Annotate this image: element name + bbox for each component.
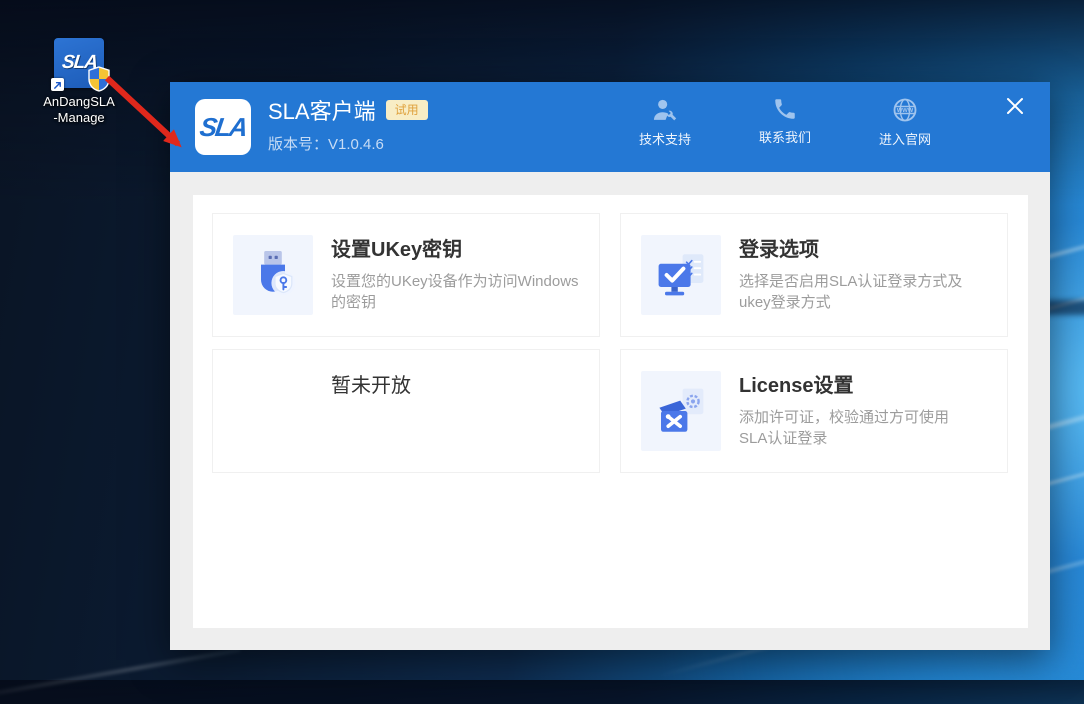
- card-title: 暂未开放: [331, 375, 411, 397]
- card-login-options[interactable]: 登录选项 选择是否启用SLA认证登录方式及 ukey登录方式: [620, 213, 1008, 337]
- shortcut-arrow-icon: [51, 78, 64, 91]
- content-panel: 设置UKey密钥 设置您的UKey设备作为访问Windows 的密钥 登录选项 …: [193, 195, 1028, 628]
- window-logo-text: SLA: [197, 111, 249, 142]
- contact-label: 联系我们: [758, 130, 811, 145]
- ukey-icon: [233, 235, 313, 315]
- uac-shield-icon: [88, 66, 110, 92]
- card-grid: 设置UKey密钥 设置您的UKey设备作为访问Windows 的密钥 登录选项 …: [193, 195, 1028, 473]
- version-label: 版本号：V1.0.4.6: [268, 136, 384, 153]
- title-block: SLA客户端 试用 版本号：V1.0.4.6: [268, 97, 428, 154]
- close-button[interactable]: [1004, 95, 1026, 117]
- close-icon: [1007, 98, 1023, 114]
- sla-client-window: SLA SLA客户端 试用 版本号：V1.0.4.6 技术支持 联系我们 www…: [170, 82, 1050, 650]
- globe-icon: www: [893, 98, 917, 122]
- support-label: 技术支持: [638, 132, 691, 147]
- license-icon: [641, 371, 721, 451]
- phone-icon: [775, 99, 795, 119]
- card-description: 添加许可证，校验通过方可使用 SLA认证登录: [739, 409, 950, 447]
- card-description: 设置您的UKey设备作为访问Windows 的密钥: [331, 273, 579, 311]
- desktop-icon-label: AnDangSLA -Manage: [43, 94, 115, 125]
- card-set-ukey[interactable]: 设置UKey密钥 设置您的UKey设备作为访问Windows 的密钥: [212, 213, 600, 337]
- support-button[interactable]: 技术支持: [620, 96, 710, 148]
- wallpaper-beam: [0, 648, 241, 704]
- card-not-open: 暂未开放: [212, 349, 600, 473]
- svg-text:www: www: [896, 107, 914, 114]
- support-icon: [653, 99, 677, 121]
- window-body: 设置UKey密钥 设置您的UKey设备作为访问Windows 的密钥 登录选项 …: [170, 172, 1050, 650]
- header-actions: 技术支持 联系我们 www 进入官网: [620, 96, 950, 148]
- window-title: SLA客户端: [268, 99, 376, 124]
- website-label: 进入官网: [878, 132, 931, 147]
- card-title: 设置UKey密钥: [331, 239, 463, 261]
- card-license-settings[interactable]: License设置 添加许可证，校验通过方可使用 SLA认证登录: [620, 349, 1008, 473]
- website-button[interactable]: www 进入官网: [860, 96, 950, 148]
- window-header: SLA SLA客户端 试用 版本号：V1.0.4.6 技术支持 联系我们 www…: [170, 82, 1050, 172]
- card-title: 登录选项: [739, 239, 819, 261]
- login-options-icon: [641, 235, 721, 315]
- window-logo: SLA: [195, 99, 251, 155]
- card-description: 选择是否启用SLA认证登录方式及 ukey登录方式: [739, 273, 963, 311]
- trial-badge: 试用: [385, 100, 428, 120]
- card-title: License设置: [739, 375, 854, 397]
- empty-icon-placeholder: [233, 371, 313, 451]
- desktop-shortcut-andangsla[interactable]: SLA AnDangSLA -Manage: [33, 38, 125, 126]
- contact-button[interactable]: 联系我们: [740, 96, 830, 148]
